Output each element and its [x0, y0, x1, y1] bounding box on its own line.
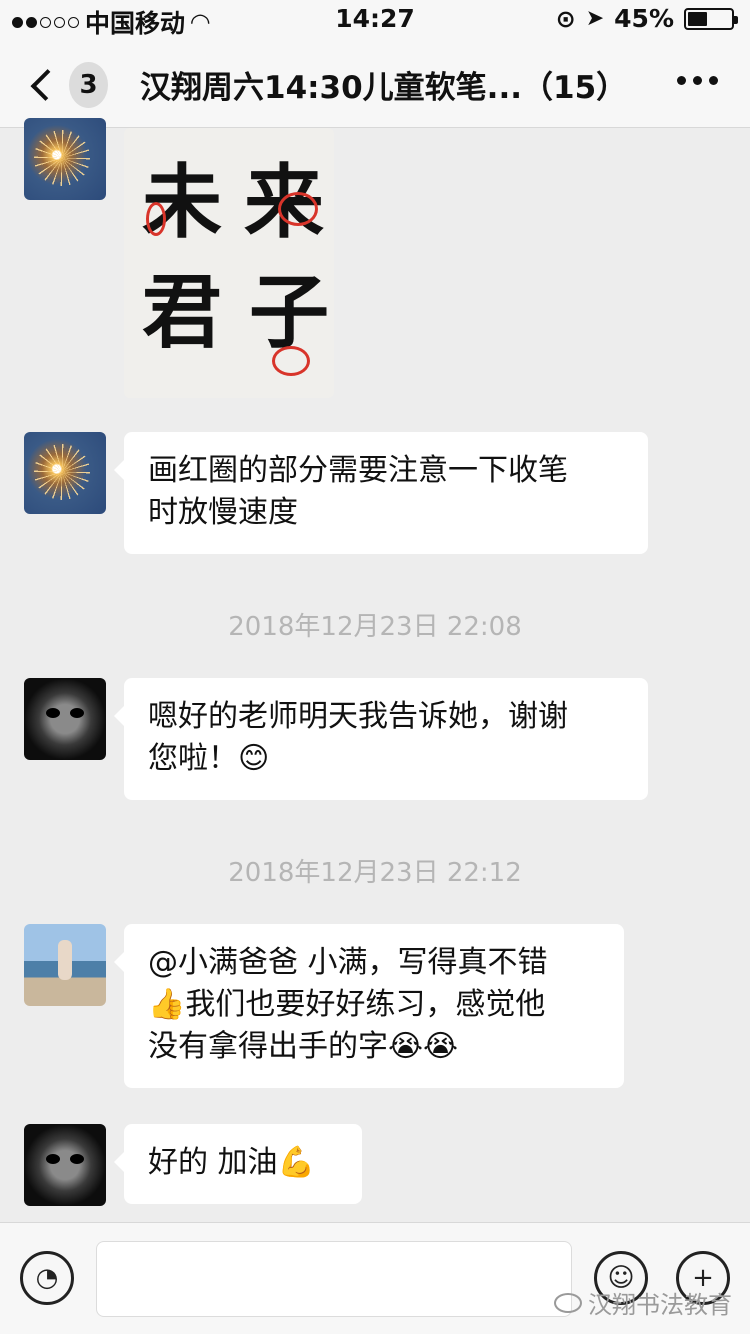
message-bubble[interactable]: @小满爸爸 小满，写得真不错 👍我们也要好好练习，感觉他 没有拿得出手的字😭😭: [114, 924, 624, 1088]
sparkler-avatar[interactable]: [24, 118, 106, 200]
message-input[interactable]: [96, 1241, 572, 1317]
skull-avatar[interactable]: [24, 678, 106, 760]
wechat-logo-icon: [554, 1292, 582, 1313]
message-text: 您啦！: [148, 741, 238, 776]
red-circle-mark: [146, 202, 166, 236]
red-circle-mark: [272, 346, 310, 376]
rotation-lock-icon: ⊙: [555, 4, 576, 33]
calligraphy-char: 君: [142, 265, 222, 359]
sparkler-avatar[interactable]: [24, 432, 106, 514]
timestamp: 2018年12月23日 22:08: [228, 612, 522, 642]
message-text: 好的 加油: [148, 1145, 278, 1180]
thumbs-up-emoji-icon: 👍: [148, 987, 186, 1022]
more-options-button[interactable]: [677, 76, 718, 85]
skull-avatar[interactable]: [24, 1124, 106, 1206]
red-circle-mark: [278, 192, 318, 226]
message-text: 没有拿得出手的字: [148, 1029, 388, 1064]
flexed-biceps-emoji-icon: 💪: [277, 1145, 315, 1180]
message-text: 我们也要好好练习，感觉他: [185, 987, 546, 1022]
message-text: 时放慢速度: [148, 495, 298, 530]
battery-level: [688, 11, 707, 26]
back-button[interactable]: 3: [28, 60, 108, 110]
calligraphy-char: 未: [142, 155, 222, 249]
message-bubble[interactable]: 好的 加油💪: [114, 1124, 362, 1204]
watermark: 汉翔书法教育: [554, 1285, 732, 1320]
chat-header: 3 汉翔周六14:30儿童软笔...（15）: [0, 40, 750, 128]
chat-title: 汉翔周六14:30儿童软笔...（15）: [140, 70, 628, 106]
message-text: @小满爸爸 小满，写得真不错: [148, 945, 548, 980]
smile-emoji-icon: 😊: [238, 741, 270, 776]
message-text: 画红圈的部分需要注意一下收笔: [148, 453, 568, 488]
battery-percent: 45%: [614, 4, 674, 33]
input-bar: ◔ ☺ + 汉翔书法教育: [0, 1222, 750, 1334]
status-right: ⊙ ➤ 45%: [555, 4, 738, 33]
timestamp: 2018年12月23日 22:12: [228, 858, 522, 888]
message-bubble[interactable]: 嗯好的老师明天我告诉她，谢谢 您啦！😊: [114, 678, 648, 800]
unread-count-badge: 3: [68, 62, 108, 108]
crying-emoji-icon: 😭😭: [388, 1029, 459, 1064]
battery-icon: [684, 7, 738, 30]
photo-avatar[interactable]: [24, 924, 106, 1006]
calligraphy-image-message[interactable]: 未 来 君 子: [124, 128, 334, 398]
status-bar: 中国移动 ◠ 14:27 ⊙ ➤ 45%: [0, 0, 750, 40]
voice-icon[interactable]: ◔: [20, 1251, 74, 1305]
location-icon: ➤: [585, 6, 605, 31]
message-bubble[interactable]: 画红圈的部分需要注意一下收笔 时放慢速度: [114, 432, 648, 554]
watermark-text: 汉翔书法教育: [588, 1291, 732, 1319]
message-text: 嗯好的老师明天我告诉她，谢谢: [148, 699, 568, 734]
chevron-left-icon: [30, 69, 63, 101]
